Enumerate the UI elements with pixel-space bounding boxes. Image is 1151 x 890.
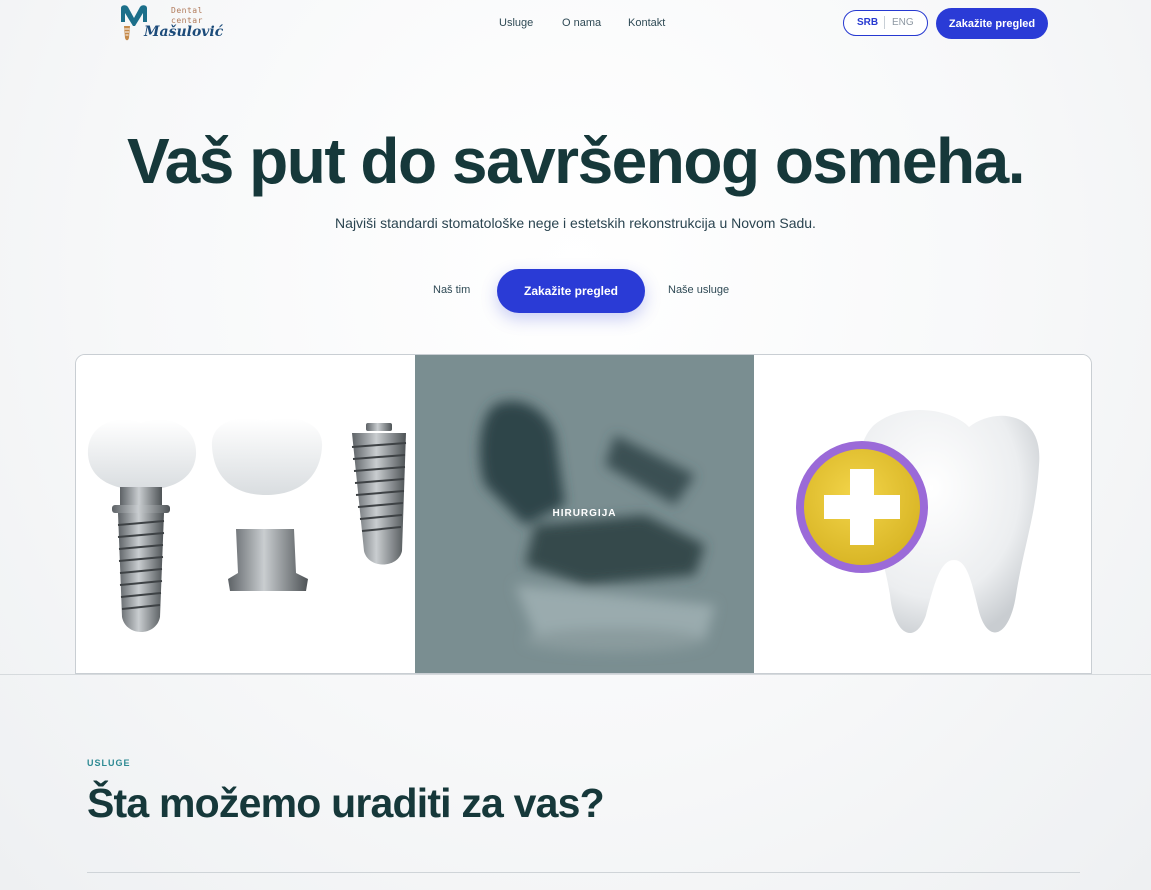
book-appointment-button-hero[interactable]: Zakažite pregled [497, 269, 645, 313]
language-option-eng[interactable]: ENG [892, 17, 914, 28]
service-card-general[interactable] [754, 355, 1091, 673]
service-card-surgery[interactable]: HIRURGIJA [415, 355, 754, 673]
language-separator [884, 16, 885, 29]
logo-dental-text: Dental [171, 6, 203, 15]
language-option-srb[interactable]: SRB [857, 17, 878, 28]
nav-link-o-nama[interactable]: O nama [562, 17, 601, 29]
section-divider [0, 674, 1151, 675]
nav-link-kontakt[interactable]: Kontakt [628, 17, 665, 29]
services-title: Šta možemo uraditi za vas? [87, 780, 605, 826]
book-appointment-button-header[interactable]: Zakažite pregled [936, 8, 1048, 39]
service-card-label: HIRURGIJA [552, 508, 617, 519]
site-header: Dental centar Mašulović Usluge O nama Ko… [0, 0, 1151, 46]
hero-subtitle: Najviši standardi stomatološke nege i es… [335, 215, 816, 231]
service-card-implants[interactable] [76, 355, 415, 673]
services-rule [87, 872, 1080, 873]
dental-implant-illustration [87, 418, 407, 632]
services-eyebrow: USLUGE [87, 758, 131, 768]
tooth-plus-illustration [796, 409, 1040, 634]
language-switcher: SRB ENG [843, 10, 928, 36]
hero-title: Vaš put do savršenog osmeha. [127, 125, 1025, 197]
service-cards-strip: HIRURGIJA [75, 354, 1092, 674]
our-services-link[interactable]: Naše usluge [668, 284, 729, 296]
our-team-link[interactable]: Naš tim [433, 284, 470, 296]
nav-link-usluge[interactable]: Usluge [499, 17, 533, 29]
